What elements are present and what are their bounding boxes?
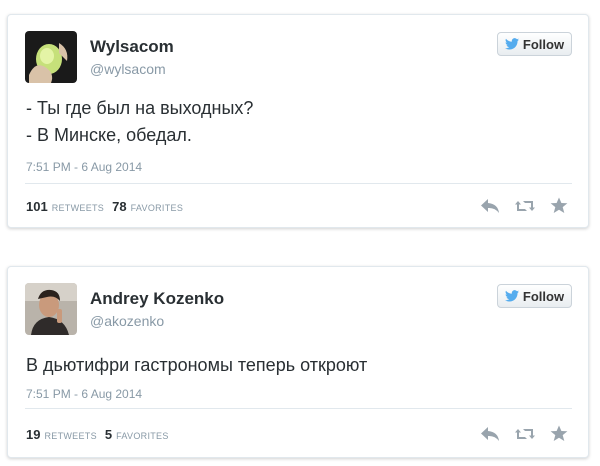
tweet-card: Wylsacom @wylsacom Follow - Ты где был н… xyxy=(7,14,589,228)
tweet-stats: 19 RETWEETS 5 FAVORITES xyxy=(26,427,177,442)
username[interactable]: @wylsacom xyxy=(90,61,166,77)
username[interactable]: @akozenko xyxy=(90,313,164,329)
tweet-text-line: - В Минске, обедал. xyxy=(26,125,192,145)
tweet-stats: 101 RETWEETS 78 FAVORITES xyxy=(26,199,191,214)
reply-icon[interactable] xyxy=(480,426,500,442)
tweet-actions xyxy=(480,425,568,442)
favorites-label: FAVORITES xyxy=(116,431,169,441)
twitter-bird-icon xyxy=(504,290,519,302)
follow-button[interactable]: Follow xyxy=(497,32,572,56)
avatar[interactable] xyxy=(25,31,77,83)
follow-label: Follow xyxy=(522,36,565,52)
follow-button[interactable]: Follow xyxy=(497,284,572,308)
divider xyxy=(25,408,572,409)
follow-label: Follow xyxy=(522,288,565,304)
tweet-actions xyxy=(480,197,568,214)
favorite-count[interactable]: 78 xyxy=(112,199,126,214)
reply-icon[interactable] xyxy=(480,198,500,214)
tweet-text-line: - Ты где был на выходных? xyxy=(26,98,254,118)
tweet-card: Andrey Kozenko @akozenko Follow В дьютиф… xyxy=(7,266,589,458)
timestamp[interactable]: 7:51 PM - 6 Aug 2014 xyxy=(26,160,142,174)
favorite-star-icon[interactable] xyxy=(550,425,568,442)
retweet-icon[interactable] xyxy=(514,426,536,442)
favorite-count[interactable]: 5 xyxy=(105,427,112,442)
favorite-star-icon[interactable] xyxy=(550,197,568,214)
divider xyxy=(25,183,572,184)
retweets-label: RETWEETS xyxy=(44,431,97,441)
retweet-count[interactable]: 19 xyxy=(26,427,40,442)
display-name[interactable]: Andrey Kozenko xyxy=(90,289,224,309)
tweet-text: - Ты где был на выходных? - В Минске, об… xyxy=(26,95,253,149)
twitter-bird-icon xyxy=(504,38,519,50)
tweet-text-line: В дьютифри гастрономы теперь откроют xyxy=(26,355,368,375)
tweet-text: В дьютифри гастрономы теперь откроют xyxy=(26,352,367,379)
retweets-label: RETWEETS xyxy=(51,203,105,213)
timestamp[interactable]: 7:51 PM - 6 Aug 2014 xyxy=(26,387,142,401)
favorites-label: FAVORITES xyxy=(130,203,184,213)
retweet-icon[interactable] xyxy=(514,198,536,214)
retweet-count[interactable]: 101 xyxy=(26,199,48,214)
display-name[interactable]: Wylsacom xyxy=(90,37,174,57)
avatar[interactable] xyxy=(25,283,77,335)
